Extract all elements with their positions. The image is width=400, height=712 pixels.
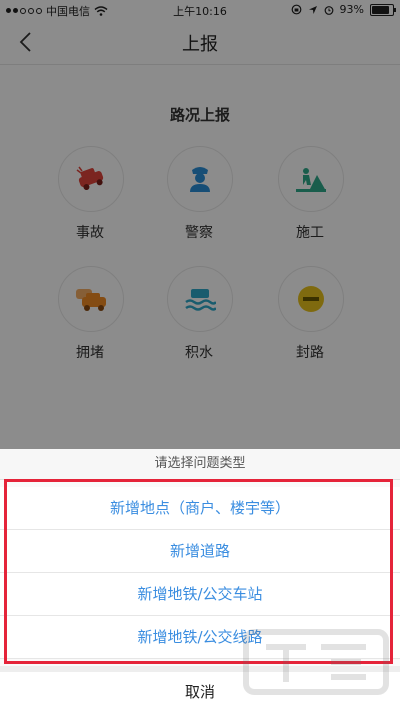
watermark-logo: [243, 629, 389, 695]
action-sheet-prompt: 请选择问题类型: [0, 449, 400, 480]
